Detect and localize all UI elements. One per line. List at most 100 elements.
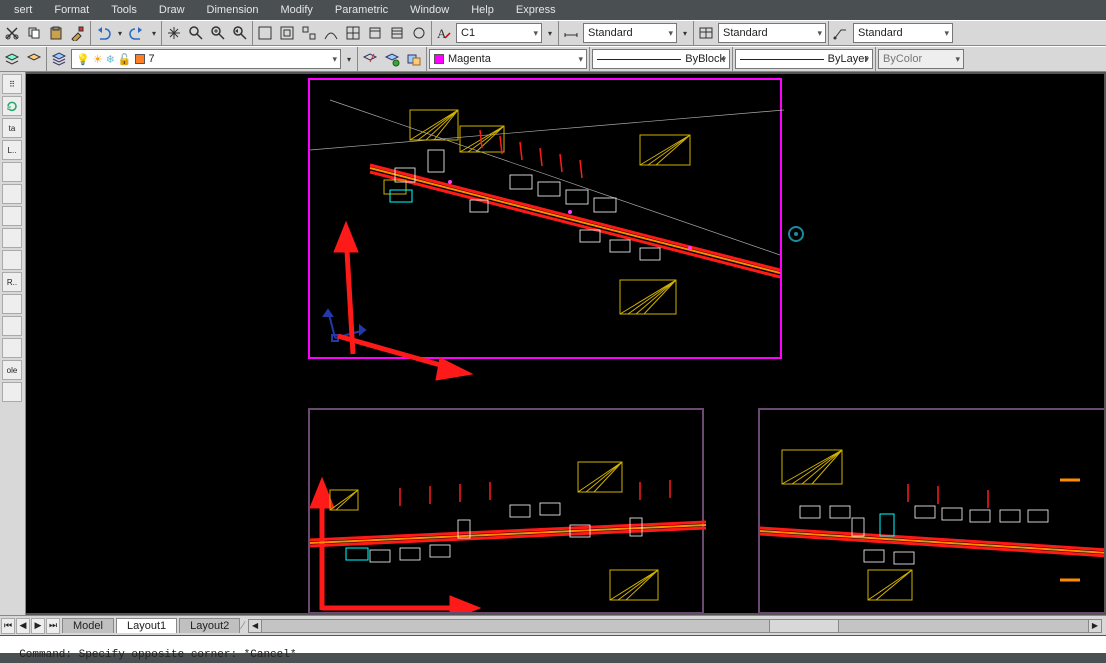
menubar: sert Format Tools Draw Dimension Modify … — [0, 0, 1106, 20]
match-props-button[interactable] — [68, 23, 88, 43]
viewport-bottom-right[interactable] — [758, 408, 1106, 614]
palette-btn-6[interactable] — [2, 206, 22, 226]
layer-name: 7 — [149, 53, 155, 65]
dim-style-value: Standard — [588, 27, 633, 39]
color-value: Magenta — [448, 53, 491, 65]
viewport-top[interactable] — [308, 78, 782, 359]
text-style-combo[interactable]: C1 — [456, 23, 542, 43]
dim-style-more-button[interactable]: ▾ — [679, 23, 691, 43]
palette-grip[interactable]: ⠿ — [2, 74, 22, 94]
layer-tool-3[interactable] — [404, 49, 424, 69]
palette-btn-4[interactable] — [2, 162, 22, 182]
layer-properties-button[interactable] — [49, 49, 69, 69]
tab-layout2[interactable]: Layout2 — [179, 618, 240, 633]
zoom-previous-button[interactable] — [230, 23, 250, 43]
palette-btn-12[interactable] — [2, 338, 22, 358]
ml-style-combo[interactable]: Standard — [853, 23, 953, 43]
pan-button[interactable] — [164, 23, 184, 43]
menu-parametric[interactable]: Parametric — [325, 2, 398, 18]
menu-window[interactable]: Window — [400, 2, 459, 18]
tool-btn-3[interactable] — [299, 23, 319, 43]
layer-prev-button[interactable] — [2, 49, 22, 69]
tab-overflow-icon: ∕ — [242, 620, 244, 632]
layer-lock-icon: 🔓 — [118, 53, 132, 66]
drawing-area[interactable] — [26, 72, 1106, 615]
table-style-combo[interactable]: Standard — [718, 23, 826, 43]
tool-btn-7[interactable] — [387, 23, 407, 43]
palette-btn-11[interactable] — [2, 316, 22, 336]
toolbar-row-2: 💡 ☀ ❄ 🔓 7 ▾ Magenta ByBlock — [0, 46, 1106, 72]
layer-dropdown-button[interactable]: ▾ — [343, 49, 355, 69]
layer-vpfreeze-icon: ❄ — [106, 53, 115, 66]
tab-layout1[interactable]: Layout1 — [116, 618, 177, 633]
undo-button[interactable] — [93, 23, 113, 43]
ml-style-icon[interactable] — [831, 23, 851, 43]
redo-button[interactable] — [127, 23, 147, 43]
palette-btn-10[interactable] — [2, 294, 22, 314]
palette-refresh-icon[interactable] — [2, 96, 22, 116]
hscroll-thumb[interactable] — [769, 619, 839, 633]
lineweight-sample — [740, 59, 824, 60]
palette-btn-ta[interactable]: ta — [2, 118, 22, 138]
layer-state-button[interactable] — [24, 49, 44, 69]
dim-style-icon[interactable] — [561, 23, 581, 43]
menu-tools[interactable]: Tools — [101, 2, 147, 18]
plotstyle-combo[interactable]: ByColor — [878, 49, 964, 69]
copy-button[interactable] — [24, 23, 44, 43]
tab-nav-last[interactable]: ⏭ — [46, 618, 60, 634]
lineweight-combo[interactable]: ByLayer — [735, 49, 873, 69]
layer-tool-1[interactable] — [360, 49, 380, 69]
palette-btn-l[interactable]: L.. — [2, 140, 22, 160]
menu-format[interactable]: Format — [44, 2, 99, 18]
layer-tool-2[interactable] — [382, 49, 402, 69]
horizontal-scrollbar[interactable]: ◀ ▶ — [248, 619, 1102, 633]
tool-btn-1[interactable] — [255, 23, 275, 43]
tool-btn-8[interactable] — [409, 23, 429, 43]
text-style-more-button[interactable]: ▾ — [544, 23, 556, 43]
zoom-window-button[interactable] — [208, 23, 228, 43]
workspace: ⠿ ta L.. R.. ole — [0, 72, 1106, 615]
table-style-icon[interactable] — [696, 23, 716, 43]
text-style-icon[interactable]: A — [434, 23, 454, 43]
menu-help[interactable]: Help — [461, 2, 504, 18]
tool-btn-5[interactable] — [343, 23, 363, 43]
text-style-value: C1 — [461, 27, 475, 39]
tool-btn-6[interactable] — [365, 23, 385, 43]
linetype-combo[interactable]: ByBlock — [592, 49, 730, 69]
tab-nav-next[interactable]: ▶ — [31, 618, 45, 634]
palette-btn-14[interactable] — [2, 382, 22, 402]
tool-btn-2[interactable] — [277, 23, 297, 43]
palette-btn-r[interactable]: R.. — [2, 272, 22, 292]
palette-btn-5[interactable] — [2, 184, 22, 204]
menu-dimension[interactable]: Dimension — [197, 2, 269, 18]
palette-btn-8[interactable] — [2, 250, 22, 270]
nav-marker-icon — [786, 224, 806, 244]
redo-dropdown-button[interactable]: ▾ — [149, 23, 159, 43]
viewport-top-content — [310, 80, 784, 361]
lineweight-value: ByLayer — [828, 53, 868, 65]
menu-draw[interactable]: Draw — [149, 2, 195, 18]
color-combo[interactable]: Magenta — [429, 49, 587, 69]
undo-dropdown-button[interactable]: ▾ — [115, 23, 125, 43]
palette-btn-ole[interactable]: ole — [2, 360, 22, 380]
hscroll-left-button[interactable]: ◀ — [248, 619, 262, 633]
zoom-realtime-button[interactable] — [186, 23, 206, 43]
menu-express[interactable]: Express — [506, 2, 566, 18]
tab-model[interactable]: Model — [62, 618, 114, 633]
tab-nav-prev[interactable]: ◀ — [16, 618, 30, 634]
toolbar-row-1: ▾ ▾ A C1 ▾ — [0, 20, 1106, 46]
tab-nav-first[interactable]: ⏮ — [1, 618, 15, 634]
hscroll-right-button[interactable]: ▶ — [1088, 619, 1102, 633]
menu-insert[interactable]: sert — [4, 2, 42, 18]
layer-freeze-icon: ☀ — [93, 53, 103, 66]
menu-modify[interactable]: Modify — [271, 2, 323, 18]
dim-style-combo[interactable]: Standard — [583, 23, 677, 43]
paste-button[interactable] — [46, 23, 66, 43]
cut-button[interactable] — [2, 23, 22, 43]
layer-combo[interactable]: 💡 ☀ ❄ 🔓 7 — [71, 49, 341, 69]
palette-btn-7[interactable] — [2, 228, 22, 248]
command-line[interactable]: Command: Specify opposite corner: *Cance… — [0, 635, 1106, 653]
tool-btn-4[interactable] — [321, 23, 341, 43]
viewport-bottom-left[interactable] — [308, 408, 704, 614]
viewport-bl-content — [310, 410, 706, 615]
